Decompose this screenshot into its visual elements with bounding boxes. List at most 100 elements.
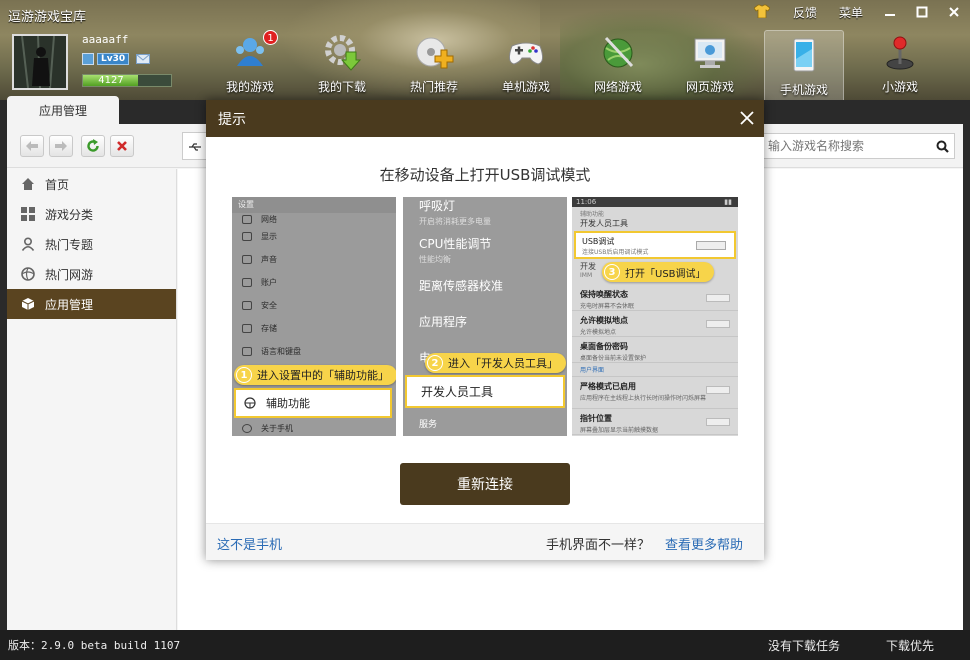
search-input[interactable]	[760, 139, 930, 153]
nav-mobile-games[interactable]: 手机游戏	[764, 30, 844, 100]
mail-icon[interactable]	[136, 54, 151, 64]
settings-row-icon	[242, 347, 252, 356]
nav-my-downloads[interactable]: 我的下载	[302, 28, 382, 98]
developer-tools-highlight: 开发人员工具	[405, 375, 565, 408]
dialog-footer: 这不是手机 手机界面不一样？ 查看更多帮助	[206, 523, 764, 560]
sidebar-item-label: 热门网游	[45, 267, 94, 282]
close-button[interactable]	[938, 1, 970, 23]
reconnect-button[interactable]: 重新连接	[400, 463, 570, 505]
sidebar-item-label: 游戏分类	[45, 207, 94, 222]
refresh-button[interactable]	[81, 135, 105, 157]
sidebar-item-categories[interactable]: 游戏分类	[7, 199, 176, 229]
setting-item: 保持唤醒状态 充电时屏幕不会休眠	[572, 285, 738, 311]
download-priority-button[interactable]: 下载优先	[886, 637, 934, 654]
nav-my-games[interactable]: 1 我的游戏	[210, 28, 290, 98]
setting-item: 严格模式已启用 应用程序在主线程上执行长时间操作时闪烁屏幕	[572, 377, 738, 409]
maximize-button[interactable]	[906, 1, 938, 23]
page-title: 开发人员工具	[580, 219, 628, 228]
nav-label: 我的游戏	[225, 80, 274, 94]
minimize-button[interactable]	[874, 1, 906, 23]
gamepad-icon	[508, 42, 544, 65]
skin-icon[interactable]	[753, 4, 770, 18]
maximize-icon	[916, 6, 928, 18]
info-icon	[242, 423, 252, 433]
settings-row-icon	[242, 301, 252, 310]
instruction-step-2: 呼吸灯 开启将消耗更多电量 CPU性能调节 性能均衡 距离传感器校准 应用程序 …	[403, 197, 567, 436]
settings-row: 语言和键盘	[232, 340, 396, 363]
nav-label: 小游戏	[881, 80, 918, 94]
user-badges: Lv30	[82, 53, 151, 65]
minimize-icon	[885, 14, 895, 16]
disc-add-icon	[416, 37, 454, 69]
more-help-link[interactable]: 查看更多帮助	[665, 534, 743, 553]
search-button[interactable]	[930, 140, 954, 153]
arrow-left-icon	[26, 141, 38, 151]
dialog-title: 提示	[218, 111, 246, 128]
settings-row-icon	[242, 232, 252, 241]
settings-row: 存储	[232, 317, 396, 340]
section-label: 用户界面	[572, 363, 738, 377]
dialog-titlebar: 提示	[206, 100, 764, 137]
sidebar: 首页 游戏分类 热门专题 热门网游 应用管理	[7, 169, 177, 630]
nav-web-games[interactable]: 网页游戏	[670, 28, 750, 98]
stop-button[interactable]	[110, 135, 134, 157]
setting-item: CPU性能调节 性能均衡	[419, 237, 492, 264]
refresh-icon	[87, 139, 99, 152]
nav-mini-games[interactable]: 小游戏	[860, 28, 940, 98]
forward-button[interactable]	[49, 135, 73, 157]
xp-bar: 4127	[82, 74, 172, 87]
phone-status-bar: 11:06 ▮▮	[572, 197, 738, 207]
sidebar-item-topics[interactable]: 热门专题	[7, 229, 176, 259]
settings-row: 声音	[232, 248, 396, 271]
nav-hot-recommend[interactable]: 热门推荐	[394, 28, 474, 98]
avatar-image	[14, 36, 66, 88]
step-number: 1	[236, 367, 252, 383]
back-button[interactable]	[20, 135, 44, 157]
setting-switch	[706, 320, 730, 328]
settings-row: 安全	[232, 294, 396, 317]
settings-row: 网络	[232, 213, 396, 225]
tablet-icon	[793, 38, 815, 72]
grid-icon	[21, 207, 35, 221]
nav-label: 热门推荐	[409, 80, 458, 94]
setting-item: 距离传感器校准	[419, 279, 504, 293]
dialog-close-icon[interactable]	[738, 109, 756, 127]
box-icon	[21, 298, 35, 310]
nav-single-player[interactable]: 单机游戏	[486, 28, 566, 98]
download-tasks-link[interactable]: 没有下载任务	[768, 637, 840, 654]
settings-row: 关于手机	[232, 421, 293, 435]
setting-switch	[706, 386, 730, 394]
setting-item: 指针位置 屏幕叠加层显示当前触摸数据	[572, 409, 738, 435]
avatar[interactable]	[12, 34, 68, 90]
username: aaaaaff	[82, 33, 129, 46]
person-icon	[21, 237, 35, 251]
gear-download-icon	[325, 35, 362, 71]
usb-debug-dialog: 提示 在移动设备上打开USB调试模式 设置 网络 显示 声音 账户 安全 存储 …	[206, 100, 764, 560]
ball-icon	[21, 267, 35, 281]
instruction-step-3: 11:06 ▮▮ 辅助功能 开发人员工具 USB调试 连接USB后启用调试模式 开…	[572, 197, 738, 436]
instruction-screenshots: 设置 网络 显示 声音 账户 安全 存储 语言和键盘 1 进入设置中的「辅助功能…	[232, 197, 740, 436]
close-icon	[949, 7, 959, 17]
usb-debug-switch	[696, 241, 726, 250]
sidebar-item-label: 首页	[45, 177, 70, 192]
version-text: 版本：2.9.0 beta build 1107	[8, 639, 181, 652]
setting-item: 桌面备份密码 桌面备份当前未设置保护	[572, 337, 738, 363]
feedback-link[interactable]: 反馈	[793, 4, 817, 21]
settings-row-icon	[242, 214, 252, 224]
section-label: 服务	[419, 420, 438, 430]
nav-online-games[interactable]: 网络游戏	[578, 28, 658, 98]
settings-row-icon	[242, 324, 252, 333]
sidebar-item-home[interactable]: 首页	[7, 169, 176, 199]
search-icon	[936, 140, 949, 153]
sidebar-item-app-manager[interactable]: 应用管理	[7, 289, 176, 319]
xp-value: 4127	[98, 75, 124, 86]
menu-link[interactable]: 菜单	[839, 4, 863, 21]
step-2-callout: 2 进入「开发人员工具」	[425, 353, 566, 373]
sidebar-item-online[interactable]: 热门网游	[7, 259, 176, 289]
my-games-badge: 1	[263, 30, 278, 45]
nav-label: 网络游戏	[593, 80, 642, 94]
different-ui-text: 手机界面不一样？	[545, 538, 650, 553]
tab-app-manager[interactable]: 应用管理	[7, 96, 119, 124]
not-phone-link[interactable]: 这不是手机	[217, 534, 282, 553]
app-header: 逗游游戏宝库 反馈 菜单 aaaaaff Lv30 4127 1 我的游戏 我的…	[0, 0, 970, 100]
